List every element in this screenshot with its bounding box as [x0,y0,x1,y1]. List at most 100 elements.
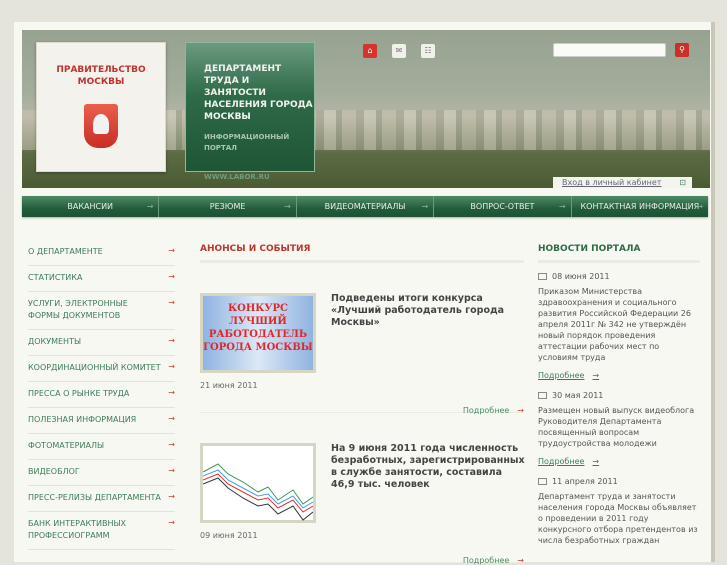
left-menu: О ДЕПАРТАМЕНТЕ → СТАТИСТИКА → УСЛУГИ, ЭЛЕК… [28,240,175,550]
arrow-icon: → [168,298,175,307]
search-icon: ⚲ [679,45,685,54]
arrow-icon: → [168,388,175,397]
portal-news-column: НОВОСТИ ПОРТАЛА 08 июня 2011 Приказом Ми… [538,244,700,546]
date-label: 08 июня 2011 [552,272,610,281]
events-title: АНОНСЫ И СОБЫТИЯ [200,244,524,263]
arrow-icon: → [421,202,429,211]
date-label: 11 апреля 2011 [552,477,618,486]
arrow-icon: → [146,202,154,211]
arrow-icon: → [592,457,600,466]
chart-thumbnail[interactable] [200,443,316,523]
main-nav: ВАКАНСИИ → РЕЗЮМЕ → ВИДЕОМАТЕРИАЛЫ → ВОПРОС… [22,196,708,217]
menu-item[interactable]: УСЛУГИ, ЭЛЕКТРОННЫЕ ФОРМЫ ДОКУМЕНТОВ → [28,292,175,330]
search-input[interactable] [553,43,666,57]
portal-news-title: НОВОСТИ ПОРТАЛА [538,244,700,263]
arrow-icon: → [168,466,175,475]
gov-title: ПРАВИТЕЛЬСТВО МОСКВЫ [56,65,146,87]
nav-label: ВИДЕОМАТЕРИАЛЫ [324,202,406,211]
nav-video[interactable]: ВИДЕОМАТЕРИАЛЫ → [297,196,435,217]
menu-item[interactable]: ВИДЕОБЛОГ → [28,460,175,486]
moscow-crest-icon [84,104,118,148]
unemployment-chart-image [202,463,314,521]
home-icon[interactable]: ⌂ [363,44,377,58]
more-link[interactable]: Подробнее → [538,371,599,380]
news-date: 09 июня 2011 [200,531,258,540]
menu-item[interactable]: ПОЛЕЗНАЯ ИНФОРМАЦИЯ → [28,408,175,434]
mail-icon[interactable]: ✉ [392,44,406,58]
news-item: На 9 июня 2011 года численность безработ… [200,413,526,565]
arrow-icon: → [168,414,175,423]
login-link[interactable]: Вход в личный кабинет ⊡ [553,177,692,188]
more-link[interactable]: Подробнее → [538,457,599,466]
nav-label: ВАКАНСИИ [67,202,114,211]
contest-thumbnail[interactable]: КОНКУРС ЛУЧШИЙ РАБОТОДАТЕЛЬ ГОРОДА МОСКВ… [200,293,316,373]
events-column: АНОНСЫ И СОБЫТИЯ КОНКУРС ЛУЧШИЙ РАБОТОДА… [200,244,526,565]
news-title[interactable]: На 9 июня 2011 года численность безработ… [331,443,526,491]
nav-label: ВОПРОС-ОТВЕТ [470,202,535,211]
menu-item[interactable]: ДОКУМЕНТЫ → [28,330,175,356]
menu-item[interactable]: ФОТОМАТЕРИАЛЫ → [28,434,175,460]
arrow-icon: → [696,202,704,211]
news-text: Приказом Министерства здравоохранения и … [538,287,691,362]
menu-item[interactable]: ПРЕСС-РЕЛИЗЫ ДЕПАРТАМЕНТА → [28,486,175,512]
date-label: 30 мая 2011 [552,391,604,400]
news-icon [538,478,547,485]
thumbnail-chart [202,446,314,521]
menu-item[interactable]: СТАТИСТИКА → [28,266,175,292]
arrow-icon: → [284,202,291,211]
menu-label: ПРЕССА О РЫНКЕ ТРУДА [28,389,130,398]
news-date: 21 июня 2011 [200,381,258,390]
portal-label: ИНФОРМАЦИОННЫЙ ПОРТАЛ [204,133,290,152]
menu-label: ДОКУМЕНТЫ [28,337,82,346]
arrow-icon: → [558,202,566,211]
news-icon [538,273,547,280]
dept-logo-box[interactable]: ДЕПАРТАМЕНТ ТРУДА И ЗАНЯТОСТИ НАСЕЛЕНИЯ … [185,42,315,181]
more-label: Подробнее [462,556,510,565]
menu-label: ПРЕСС-РЕЛИЗЫ ДЕПАРТАМЕНТА [28,493,161,502]
nav-label: КОНТАКТНАЯ ИНФОРМАЦИЯ [580,202,700,211]
gov-logo-box[interactable]: ПРАВИТЕЛЬСТВО МОСКВЫ [36,42,166,172]
nav-vacancies[interactable]: ВАКАНСИИ → [22,196,160,217]
arrow-icon: → [517,556,524,565]
news-date: 30 мая 2011 [538,391,700,400]
site-url: WWW.LABOR.RU [204,173,270,181]
news-text: Размещен новый выпуск видеоблога Руковод… [538,406,695,448]
arrow-icon: → [168,272,175,281]
arrow-icon: → [168,362,175,371]
nav-faq[interactable]: ВОПРОС-ОТВЕТ → [434,196,572,217]
login-label: Вход в личный кабинет [562,178,662,187]
nav-resume[interactable]: РЕЗЮМЕ → [159,196,297,217]
arrow-icon: → [168,492,175,501]
menu-label: БАНК ИНТЕРАКТИВНЫХ ПРОФЕССИОГРАММ [28,519,127,540]
more-label: Подробнее [538,457,585,466]
menu-label: ПОЛЕЗНАЯ ИНФОРМАЦИЯ [28,415,137,424]
thumbnail-text: КОНКУРС ЛУЧШИЙ РАБОТОДАТЕЛЬ ГОРОДА МОСКВ… [203,296,313,370]
arrow-icon: → [168,440,175,449]
news-icon [538,392,547,399]
news-date: 08 июня 2011 [538,272,700,281]
menu-label: ВИДЕОБЛОГ [28,467,80,476]
more-link[interactable]: Подробнее → [463,556,524,565]
news-title[interactable]: Подведены итоги конкурса «Лучший работод… [331,293,526,329]
menu-item[interactable]: БАНК ИНТЕРАКТИВНЫХ ПРОФЕССИОГРАММ → [28,512,175,550]
news-date: 11 апреля 2011 [538,477,700,486]
search-button[interactable]: ⚲ [675,43,689,57]
news-text: Департамент труда и занятости населения … [538,492,698,545]
nav-label: РЕЗЮМЕ [209,202,246,211]
dept-name: ДЕПАРТАМЕНТ ТРУДА И ЗАНЯТОСТИ НАСЕЛЕНИЯ … [204,64,313,122]
menu-label: О ДЕПАРТАМЕНТЕ [28,247,103,256]
menu-label: УСЛУГИ, ЭЛЕКТРОННЫЕ ФОРМЫ ДОКУМЕНТОВ [28,299,128,320]
nav-contacts[interactable]: КОНТАКТНАЯ ИНФОРМАЦИЯ → [572,196,708,217]
arrow-icon: → [168,336,175,345]
menu-item[interactable]: ПРЕССА О РЫНКЕ ТРУДА → [28,382,175,408]
more-label: Подробнее [538,371,585,380]
news-item: КОНКУРС ЛУЧШИЙ РАБОТОДАТЕЛЬ ГОРОДА МОСКВ… [200,263,526,415]
menu-label: ФОТОМАТЕРИАЛЫ [28,441,105,450]
lock-icon: ⊡ [679,178,686,187]
sitemap-icon[interactable]: ☷ [421,44,435,58]
menu-item[interactable]: КООРДИНАЦИОННЫЙ КОМИТЕТ → [28,356,175,382]
menu-label: КООРДИНАЦИОННЫЙ КОМИТЕТ [28,363,161,372]
menu-item[interactable]: О ДЕПАРТАМЕНТЕ → [28,240,175,266]
arrow-icon: → [592,371,600,380]
arrow-icon: → [168,246,175,255]
